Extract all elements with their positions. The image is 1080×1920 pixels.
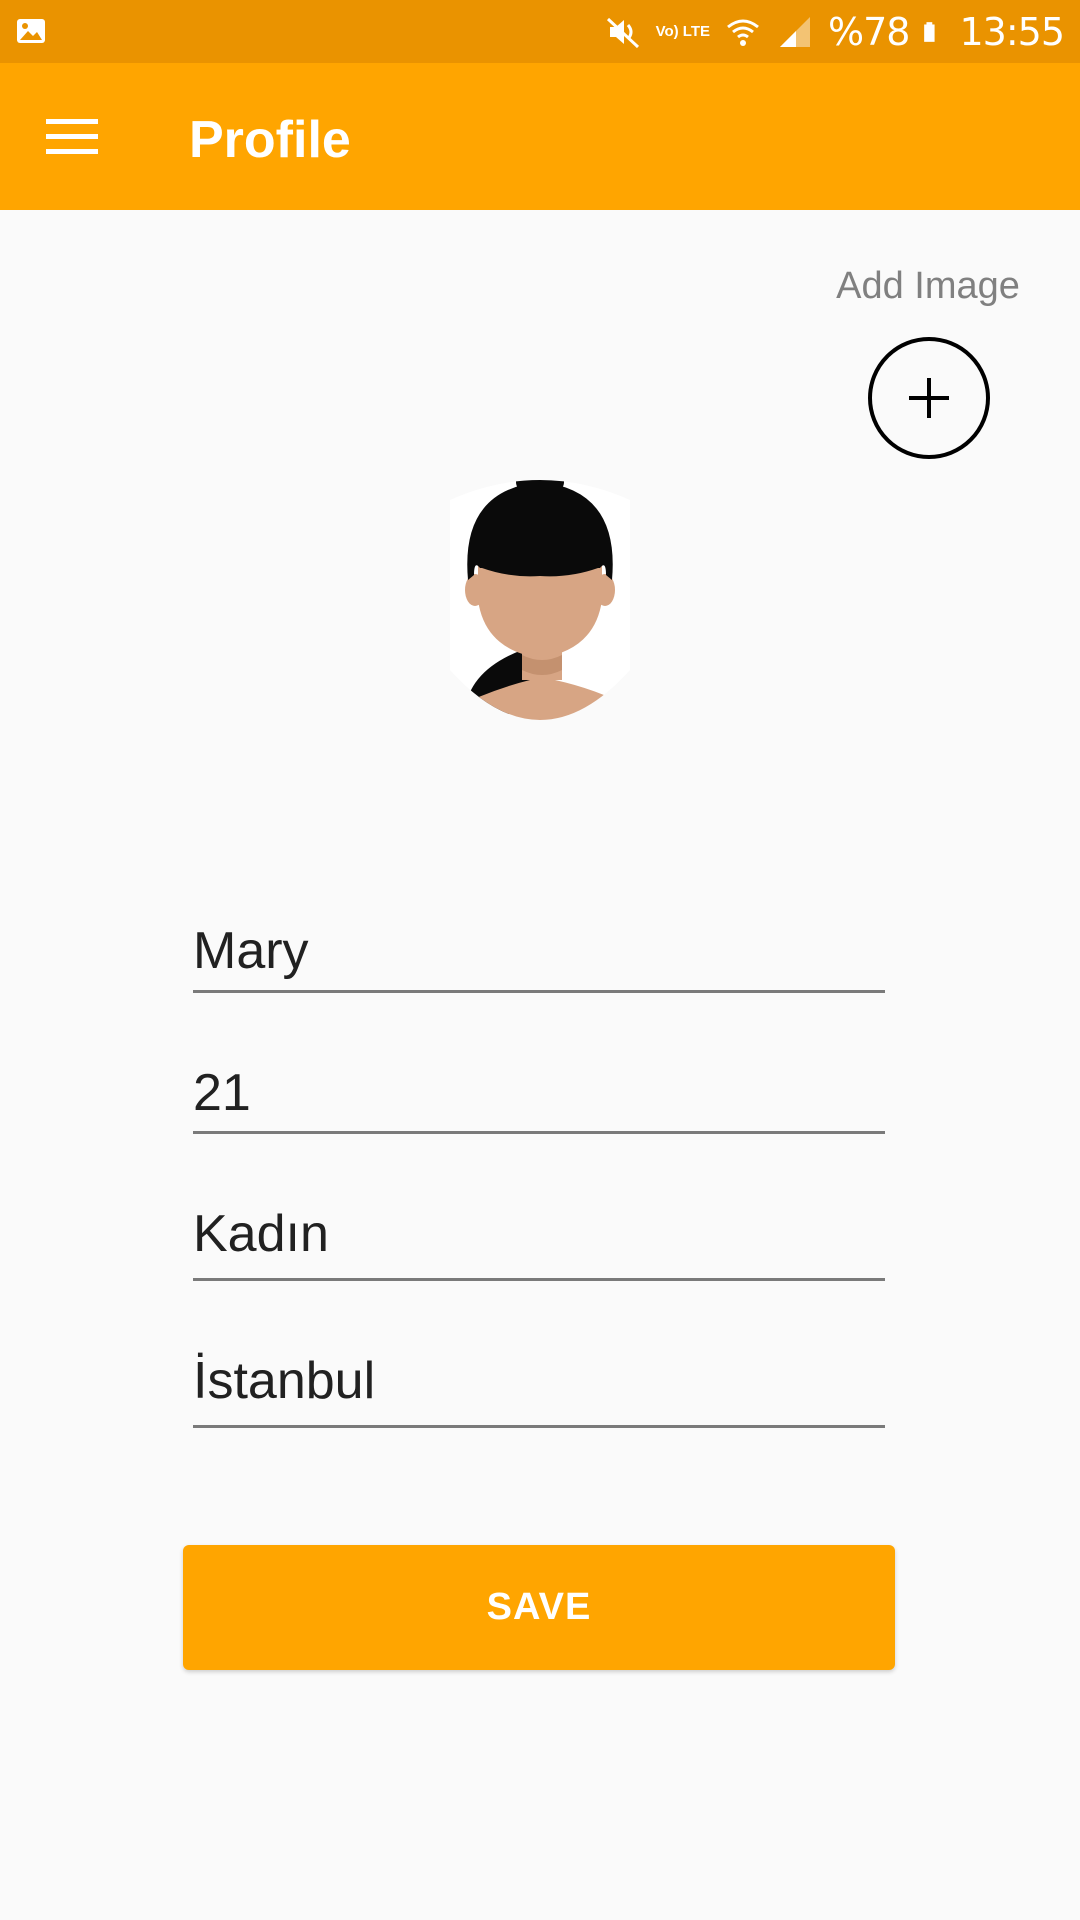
name-value: Mary: [193, 922, 309, 980]
mute-icon: [606, 17, 639, 48]
name-field[interactable]: Mary: [193, 925, 885, 993]
city-field[interactable]: İstanbul: [193, 1355, 885, 1428]
app-bar: Profile: [0, 63, 1080, 210]
gender-value: Kadın: [193, 1205, 329, 1263]
status-bar: Vo) LTE %78 13:55: [0, 0, 1080, 63]
save-button[interactable]: SAVE: [183, 1545, 895, 1670]
clock: 13:55: [959, 9, 1065, 54]
city-value: İstanbul: [193, 1352, 376, 1410]
menu-icon: [46, 119, 98, 154]
wifi-icon: [727, 19, 759, 46]
plus-icon: [909, 378, 949, 418]
signal-icon: [780, 16, 811, 47]
age-value: 21: [193, 1064, 251, 1122]
gender-field[interactable]: Kadın: [193, 1208, 885, 1281]
add-image-label: Add Image: [836, 265, 1020, 307]
female-avatar-icon[interactable]: [430, 470, 650, 745]
page-title: Profile: [189, 111, 351, 169]
gallery-icon: [17, 19, 45, 43]
battery-icon: [924, 21, 936, 42]
battery-percent: %78: [828, 9, 910, 54]
volte-icon: Vo) LTE: [655, 23, 711, 40]
age-field[interactable]: 21: [193, 1067, 885, 1134]
menu-button[interactable]: [32, 101, 112, 173]
add-image-button[interactable]: [868, 337, 990, 459]
